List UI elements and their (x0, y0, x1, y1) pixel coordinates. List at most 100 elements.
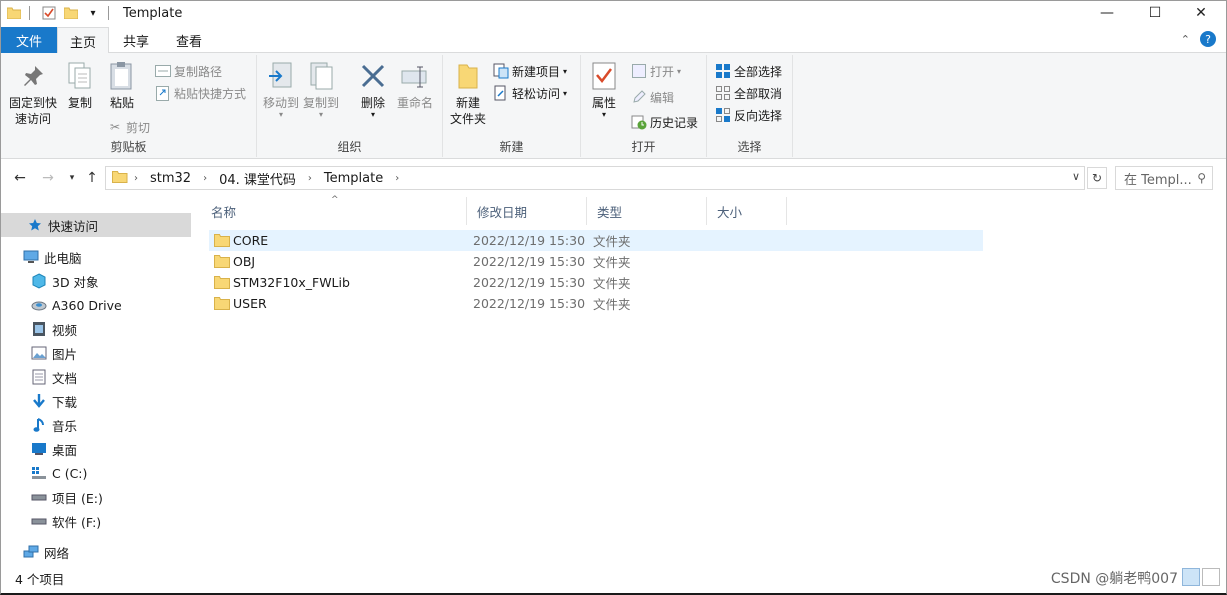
easy-access-button[interactable]: 轻松访问 ▾ (493, 83, 567, 103)
nav-3d-objects[interactable]: 3D 对象 (1, 269, 191, 293)
rename-button[interactable]: 重命名 (395, 59, 435, 111)
copy-path-icon (155, 63, 171, 79)
paste-button[interactable]: 粘贴 (105, 59, 139, 111)
move-to-button[interactable]: 移动到 ▾ (263, 59, 299, 119)
document-icon (31, 369, 47, 385)
nav-videos[interactable]: 视频 (1, 317, 191, 341)
up-arrow-icon[interactable]: ↑ (83, 169, 101, 187)
breadcrumb-template[interactable]: Template (324, 171, 383, 186)
cut-button[interactable]: ✂ 剪切 (107, 117, 150, 137)
file-type: 文件夹 (593, 276, 631, 291)
history-button[interactable]: 历史记录 (631, 112, 698, 132)
ribbon: 固定到快 速访问 复制 粘贴 复制路径 粘贴快捷方式 ✂ 剪切 剪贴板 移动到 … (1, 53, 1226, 159)
copy-to-icon (305, 59, 337, 93)
new-group: 新建 文件夹 新建项目 ▾ 轻松访问 ▾ 新建 (443, 55, 581, 157)
forward-arrow-icon[interactable]: → (39, 169, 57, 187)
table-row[interactable]: OBJ 2022/12/19 15:30 文件夹 (209, 251, 983, 272)
nav-network[interactable]: 网络 (1, 540, 191, 564)
folder-icon (214, 234, 230, 247)
navigation-bar: ← → ▾ ↑ › stm32 › 04. 课堂代码 › Template › … (1, 163, 1226, 193)
nav-music[interactable]: 音乐 (1, 413, 191, 437)
properties-quick-icon[interactable] (40, 4, 58, 22)
address-bar[interactable]: › stm32 › 04. 课堂代码 › Template › ∨ (105, 166, 1085, 190)
copy-button[interactable]: 复制 (63, 59, 97, 111)
table-row[interactable]: USER 2022/12/19 15:30 文件夹 (209, 293, 983, 314)
download-arrow-icon (31, 393, 47, 409)
paste-icon (106, 59, 138, 93)
breadcrumb-class-code[interactable]: 04. 课堂代码 (219, 169, 296, 188)
breadcrumb-separator-icon[interactable]: › (203, 173, 207, 184)
file-date: 2022/12/19 15:30 (473, 233, 586, 248)
tab-view[interactable]: 查看 (163, 27, 215, 53)
search-icon: ⚲ (1197, 171, 1206, 185)
properties-button[interactable]: 属性 ▾ (587, 59, 621, 119)
delete-x-icon (357, 59, 389, 93)
table-row[interactable]: CORE 2022/12/19 15:30 文件夹 (209, 230, 983, 251)
new-item-icon (493, 63, 509, 79)
customize-quick-access-icon[interactable]: ▾ (84, 4, 102, 22)
nav-desktop[interactable]: 桌面 (1, 437, 191, 461)
desktop-icon (31, 441, 47, 457)
search-input[interactable]: 在 Templ... ⚲ (1115, 166, 1213, 190)
tab-share[interactable]: 共享 (111, 27, 161, 53)
open-button[interactable]: 打开 ▾ (631, 61, 681, 81)
video-icon (31, 321, 47, 337)
maximize-button[interactable]: ☐ (1132, 1, 1178, 25)
window-title: Template (123, 5, 183, 21)
recent-locations-chevron-icon[interactable]: ▾ (63, 169, 81, 187)
nav-this-pc[interactable]: 此电脑 (1, 245, 191, 269)
nav-pictures[interactable]: 图片 (1, 341, 191, 365)
column-header-type[interactable]: 类型 (587, 197, 707, 225)
breadcrumb-separator-icon[interactable]: › (134, 173, 138, 184)
folder-icon (214, 276, 230, 289)
new-group-label: 新建 (499, 140, 524, 154)
nav-a360-drive[interactable]: A360 Drive (1, 293, 191, 317)
column-header-date[interactable]: 修改日期 (467, 197, 587, 225)
nav-documents[interactable]: 文档 (1, 365, 191, 389)
tab-file[interactable]: 文件 (1, 27, 57, 53)
ribbon-tabs: 文件 主页 共享 查看 ⌃ ? (1, 27, 1226, 54)
breadcrumb-stm32[interactable]: stm32 (150, 171, 191, 186)
address-dropdown-icon[interactable]: ∨ (1072, 170, 1080, 183)
move-to-icon (265, 59, 297, 93)
history-icon (631, 114, 647, 130)
file-name: CORE (233, 233, 269, 248)
help-icon[interactable]: ? (1200, 31, 1216, 47)
collapse-ribbon-icon[interactable]: ⌃ (1181, 33, 1190, 46)
tab-home[interactable]: 主页 (57, 27, 109, 54)
breadcrumb-separator-icon[interactable]: › (308, 173, 312, 184)
nav-quick-access[interactable]: 快速访问 (1, 213, 191, 237)
nav-drive-f[interactable]: 软件 (F:) (1, 509, 191, 533)
invert-selection-button[interactable]: 反向选择 (715, 105, 782, 125)
open-icon (631, 63, 647, 79)
large-icons-view-icon[interactable] (1202, 568, 1220, 586)
search-placeholder: 在 Templ... (1124, 172, 1192, 188)
select-all-button[interactable]: 全部选择 (715, 61, 782, 81)
nav-drive-e[interactable]: 项目 (E:) (1, 485, 191, 509)
nav-drive-c[interactable]: C (C:) (1, 461, 191, 485)
refresh-icon[interactable]: ↻ (1087, 167, 1107, 189)
minimize-button[interactable]: — (1084, 1, 1130, 25)
breadcrumb-separator-icon[interactable]: › (395, 173, 399, 184)
select-none-button[interactable]: 全部取消 (715, 83, 782, 103)
paste-shortcut-button[interactable]: 粘贴快捷方式 (155, 83, 246, 103)
delete-button[interactable]: 删除 ▾ (357, 59, 389, 119)
column-header-size[interactable]: 大小 (707, 197, 787, 225)
file-type: 文件夹 (593, 297, 631, 312)
back-arrow-icon[interactable]: ← (11, 169, 29, 187)
edit-button[interactable]: 编辑 (631, 87, 674, 107)
pin-quick-access-button[interactable]: 固定到快 速访问 (7, 59, 59, 127)
details-view-icon[interactable] (1182, 568, 1200, 586)
copy-path-button[interactable]: 复制路径 (155, 61, 222, 81)
close-button[interactable]: ✕ (1178, 1, 1224, 25)
table-row[interactable]: STM32F10x_FWLib 2022/12/19 15:30 文件夹 (209, 272, 983, 293)
folder-icon (5, 4, 23, 22)
column-header-name[interactable]: 名称 (201, 197, 467, 225)
new-folder-quick-icon[interactable] (62, 4, 80, 22)
nav-downloads[interactable]: 下载 (1, 389, 191, 413)
new-folder-button[interactable]: 新建 文件夹 (447, 59, 489, 127)
file-name: OBJ (233, 254, 256, 269)
new-item-button[interactable]: 新建项目 ▾ (493, 61, 567, 81)
clipboard-group: 固定到快 速访问 复制 粘贴 复制路径 粘贴快捷方式 ✂ 剪切 剪贴板 (1, 55, 257, 157)
copy-to-button[interactable]: 复制到 ▾ (303, 59, 339, 119)
